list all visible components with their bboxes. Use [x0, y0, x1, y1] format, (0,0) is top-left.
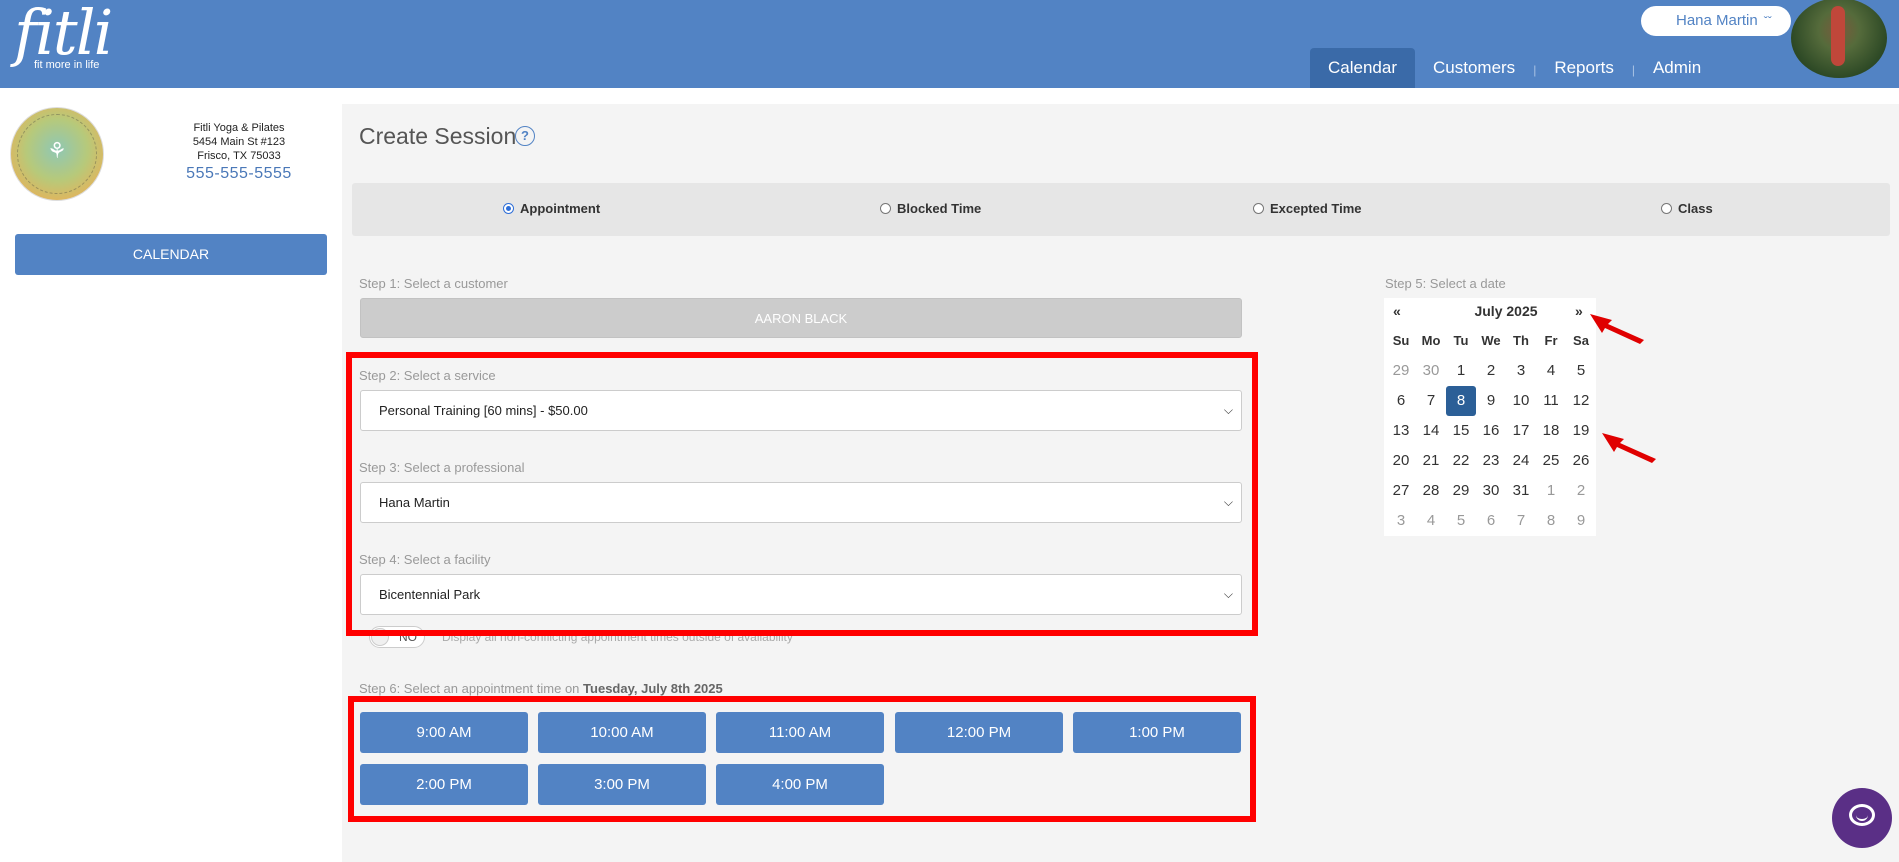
user-menu-button[interactable]: Hana Martin ˇˇ	[1641, 6, 1791, 36]
calendar-day[interactable]: 4	[1416, 506, 1446, 536]
user-avatar[interactable]	[1791, 0, 1887, 78]
calendar-day[interactable]: 14	[1416, 416, 1446, 446]
calendar-day[interactable]: 6	[1476, 506, 1506, 536]
calendar-day[interactable]: 10	[1506, 386, 1536, 416]
radio-selected-icon	[503, 203, 514, 214]
calendar-day[interactable]: 19	[1566, 416, 1596, 446]
radio-excepted-time[interactable]: Excepted Time	[1253, 201, 1362, 216]
radio-class[interactable]: Class	[1661, 201, 1713, 216]
calendar-day[interactable]: 22	[1446, 446, 1476, 476]
calendar-day[interactable]: 5	[1566, 356, 1596, 386]
calendar-day[interactable]: 29	[1446, 476, 1476, 506]
step6-label: Step 6: Select an appointment time on Tu…	[359, 681, 723, 696]
tab-reports[interactable]: Reports	[1536, 48, 1632, 88]
calendar-day[interactable]: 28	[1416, 476, 1446, 506]
calendar-day[interactable]: 3	[1506, 356, 1536, 386]
calendar-day[interactable]: 7	[1416, 386, 1446, 416]
studio-name: Fitli Yoga & Pilates	[193, 122, 285, 134]
calendar-day[interactable]: 26	[1566, 446, 1596, 476]
radio-appointment[interactable]: Appointment	[503, 201, 600, 216]
calendar-day[interactable]: 4	[1536, 356, 1566, 386]
calendar-day[interactable]: 3	[1386, 506, 1416, 536]
calendar-day[interactable]: 5	[1446, 506, 1476, 536]
calendar-day[interactable]: 29	[1386, 356, 1416, 386]
tab-admin[interactable]: Admin	[1635, 48, 1719, 88]
weekday-header: Fr	[1544, 333, 1558, 348]
calendar-day[interactable]: 20	[1386, 446, 1416, 476]
calendar-day[interactable]: 7	[1506, 506, 1536, 536]
calendar-day[interactable]: 6	[1386, 386, 1416, 416]
studio-address: Fitli Yoga & Pilates 5454 Main St #123 F…	[160, 121, 318, 163]
prev-month-button[interactable]: «	[1393, 303, 1401, 319]
studio-logo: ⚘	[10, 107, 104, 201]
tab-customers[interactable]: Customers	[1415, 48, 1533, 88]
annotation-box-times	[348, 696, 1256, 822]
calendar-day[interactable]: 2	[1566, 476, 1596, 506]
calendar-day[interactable]: 11	[1536, 386, 1566, 416]
radio-empty-icon	[880, 203, 891, 214]
sidebar	[0, 88, 342, 862]
calendar-day[interactable]: 13	[1386, 416, 1416, 446]
chat-support-button[interactable]	[1832, 788, 1892, 848]
annotation-arrow-row	[1602, 433, 1656, 463]
weekday-header: Tu	[1453, 333, 1469, 348]
main-nav: Calendar Customers | Reports | Admin	[1310, 48, 1719, 88]
weekday-header: Su	[1392, 333, 1410, 348]
help-icon[interactable]: ?	[515, 126, 535, 146]
calendar-day-selected[interactable]: 8	[1446, 386, 1476, 416]
calendar-day[interactable]: 24	[1506, 446, 1536, 476]
studio-address-line2: Frisco, TX 75033	[197, 150, 281, 162]
calendar-day[interactable]: 1	[1446, 356, 1476, 386]
weekday-header: We	[1481, 333, 1501, 348]
calendar-day[interactable]: 8	[1536, 506, 1566, 536]
calendar-day[interactable]: 27	[1386, 476, 1416, 506]
double-chevron-down-icon: ˇˇ	[1763, 14, 1772, 28]
tab-calendar[interactable]: Calendar	[1310, 48, 1415, 88]
annotation-box-steps	[346, 352, 1258, 636]
studio-phone[interactable]: 555-555-5555	[160, 165, 318, 183]
calendar-day[interactable]: 30	[1416, 356, 1446, 386]
customer-select-button[interactable]: AARON BLACK	[360, 298, 1242, 338]
calendar-day[interactable]: 16	[1476, 416, 1506, 446]
radio-empty-icon	[1253, 203, 1264, 214]
month-title[interactable]: July 2025	[1458, 303, 1554, 319]
user-name: Hana Martin	[1676, 12, 1758, 29]
step1-label: Step 1: Select a customer	[359, 276, 508, 291]
radio-blocked-time[interactable]: Blocked Time	[880, 201, 981, 216]
next-month-button[interactable]: »	[1575, 303, 1583, 319]
calendar-day[interactable]: 25	[1536, 446, 1566, 476]
studio-address-line1: 5454 Main St #123	[192, 136, 286, 148]
selected-date-text: Tuesday, July 8th 2025	[583, 681, 723, 696]
calendar-day[interactable]: 1	[1536, 476, 1566, 506]
meditation-icon: ⚘	[47, 138, 67, 163]
weekday-header: Mo	[1421, 333, 1441, 348]
annotation-arrow-next	[1590, 314, 1644, 344]
calendar-day[interactable]: 18	[1536, 416, 1566, 446]
calendar-day[interactable]: 21	[1416, 446, 1446, 476]
calendar-day[interactable]: 30	[1476, 476, 1506, 506]
calendar-day[interactable]: 9	[1566, 506, 1596, 536]
weekday-header: Th	[1513, 333, 1529, 348]
calendar-day[interactable]: 15	[1446, 416, 1476, 446]
calendar-day[interactable]: 23	[1476, 446, 1506, 476]
calendar-day[interactable]: 2	[1476, 356, 1506, 386]
calendar-button[interactable]: CALENDAR	[15, 234, 327, 275]
calendar-day[interactable]: 17	[1506, 416, 1536, 446]
calendar-day[interactable]: 31	[1506, 476, 1536, 506]
radio-empty-icon	[1661, 203, 1672, 214]
calendar-day[interactable]: 12	[1566, 386, 1596, 416]
calendar-day[interactable]: 9	[1476, 386, 1506, 416]
page-title: Create Session	[359, 123, 517, 149]
step5-label: Step 5: Select a date	[1385, 276, 1506, 291]
logo-tagline: fit more in life	[34, 59, 100, 71]
fitli-logo[interactable]: fitli	[14, 2, 113, 64]
